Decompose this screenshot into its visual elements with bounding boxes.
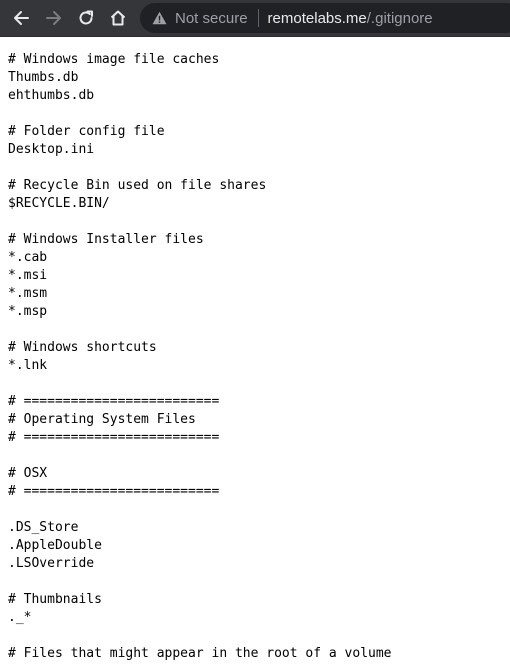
file-line: # ========================= xyxy=(8,430,220,445)
file-line: .AppleDouble xyxy=(8,538,102,553)
back-button[interactable] xyxy=(9,6,33,30)
file-line: # Folder config file xyxy=(8,124,165,139)
page-content: # Windows image file caches Thumbs.db ehth… xyxy=(0,37,510,663)
file-line: # ========================= xyxy=(8,394,220,409)
file-line: # Windows shortcuts xyxy=(8,340,157,355)
file-line: Thumbs.db xyxy=(8,70,79,85)
file-line: *.msi xyxy=(8,268,48,283)
file-line: .DS_Store xyxy=(8,520,79,535)
url-host: remotelabs.me xyxy=(267,9,367,27)
file-line: # Operating System Files xyxy=(8,412,196,427)
file-line xyxy=(8,501,510,519)
reload-button[interactable] xyxy=(74,6,98,30)
file-line xyxy=(8,159,510,177)
file-line: # Thumbnails xyxy=(8,592,102,607)
reload-icon xyxy=(79,10,93,25)
file-line xyxy=(8,321,510,339)
file-line: # Files that might appear in the root of… xyxy=(8,646,392,661)
file-text: # Windows image file caches Thumbs.db ehth… xyxy=(8,51,510,663)
file-line: Desktop.ini xyxy=(8,142,95,157)
home-button[interactable] xyxy=(106,6,130,30)
url-path: /.gitignore xyxy=(366,9,433,27)
file-line: .LSOverride xyxy=(8,556,95,571)
file-line xyxy=(8,213,510,231)
file-line: *.msm xyxy=(8,286,48,301)
file-line: $RECYCLE.BIN/ xyxy=(8,196,110,211)
url-text[interactable]: remotelabs.me/.gitignore xyxy=(268,10,433,27)
file-line xyxy=(8,627,510,645)
arrow-left-icon xyxy=(14,11,29,25)
forward-button[interactable] xyxy=(42,6,66,30)
file-line: *.msp xyxy=(8,304,48,319)
file-line: # Windows image file caches xyxy=(8,52,220,67)
file-line: ._* xyxy=(8,610,32,625)
file-line: # OSX xyxy=(8,466,48,481)
file-line: # Windows Installer files xyxy=(8,232,204,247)
browser-toolbar: Not secure remotelabs.me/.gitignore xyxy=(0,0,510,37)
address-bar[interactable]: Not secure remotelabs.me/.gitignore xyxy=(140,3,510,33)
security-label[interactable]: Not secure xyxy=(175,10,248,27)
home-icon xyxy=(110,10,126,26)
file-line: ehthumbs.db xyxy=(8,88,95,103)
file-line xyxy=(8,573,510,591)
file-line: *.lnk xyxy=(8,358,48,373)
warning-icon xyxy=(152,10,168,26)
file-line xyxy=(8,447,510,465)
file-line: # ========================= xyxy=(8,484,220,499)
omnibox-divider xyxy=(257,9,259,27)
file-line xyxy=(8,105,510,123)
file-line xyxy=(8,375,510,393)
arrow-right-icon xyxy=(46,11,61,25)
file-line: *.cab xyxy=(8,250,48,265)
file-line: # Recycle Bin used on file shares xyxy=(8,178,267,193)
